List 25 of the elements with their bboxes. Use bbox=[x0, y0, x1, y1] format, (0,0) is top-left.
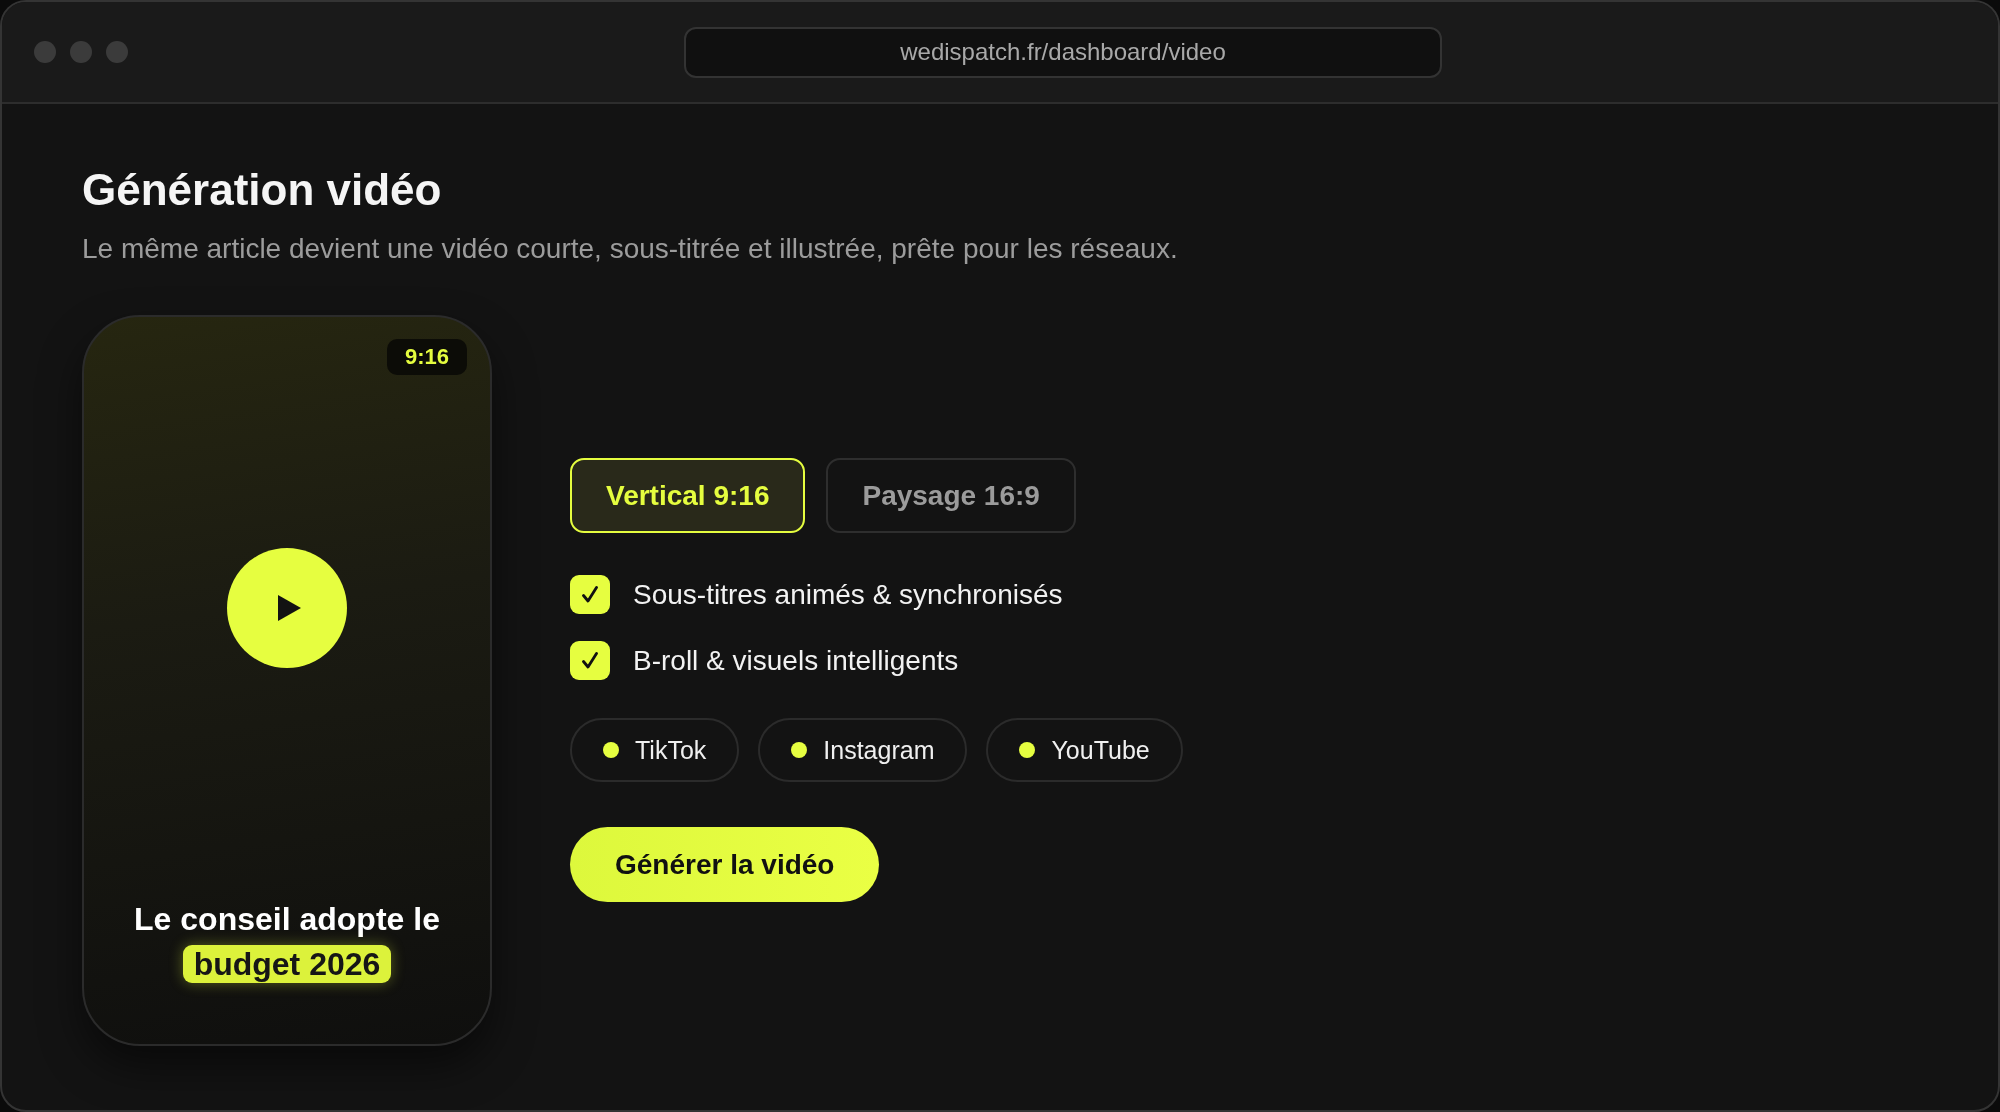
caption-text: Le conseil adopte le bbox=[134, 900, 440, 940]
platform-chip[interactable]: TikTok bbox=[570, 718, 740, 783]
caption-highlight: budget 2026 bbox=[182, 944, 392, 983]
checkbox[interactable] bbox=[570, 641, 610, 681]
page-subtitle: Le même article devient une vidéo courte, sous-titrée et illustrée, prête pour les réseaux. bbox=[82, 231, 1179, 266]
dot-icon bbox=[603, 742, 619, 759]
aspect-ratio-badge: 9:16 bbox=[386, 338, 467, 376]
window-dot-icon bbox=[106, 41, 128, 63]
checkbox[interactable] bbox=[570, 575, 610, 615]
dot-icon bbox=[1019, 742, 1036, 759]
generate-button[interactable]: Générer la vidéo bbox=[570, 827, 880, 903]
option-label: Sous-titres animés & synchronisés bbox=[633, 578, 1063, 612]
format-tab[interactable]: Vertical 9:16 bbox=[570, 458, 806, 534]
option-label: B-roll & visuels intelligents bbox=[633, 644, 959, 678]
check-icon bbox=[582, 586, 598, 604]
format-tab[interactable]: Paysage 16:9 bbox=[826, 458, 1076, 534]
dot-icon bbox=[791, 742, 808, 759]
play-icon bbox=[278, 594, 301, 621]
page-title: Génération vidéo bbox=[82, 164, 443, 216]
check-icon bbox=[582, 652, 598, 670]
platform-chip[interactable]: YouTube bbox=[986, 718, 1183, 783]
window-dot-icon bbox=[70, 41, 92, 63]
window-dot-icon bbox=[34, 41, 56, 63]
platform-chip[interactable]: Instagram bbox=[758, 718, 968, 783]
address-bar[interactable]: wedispatch.fr/dashboard/video bbox=[684, 26, 1442, 78]
